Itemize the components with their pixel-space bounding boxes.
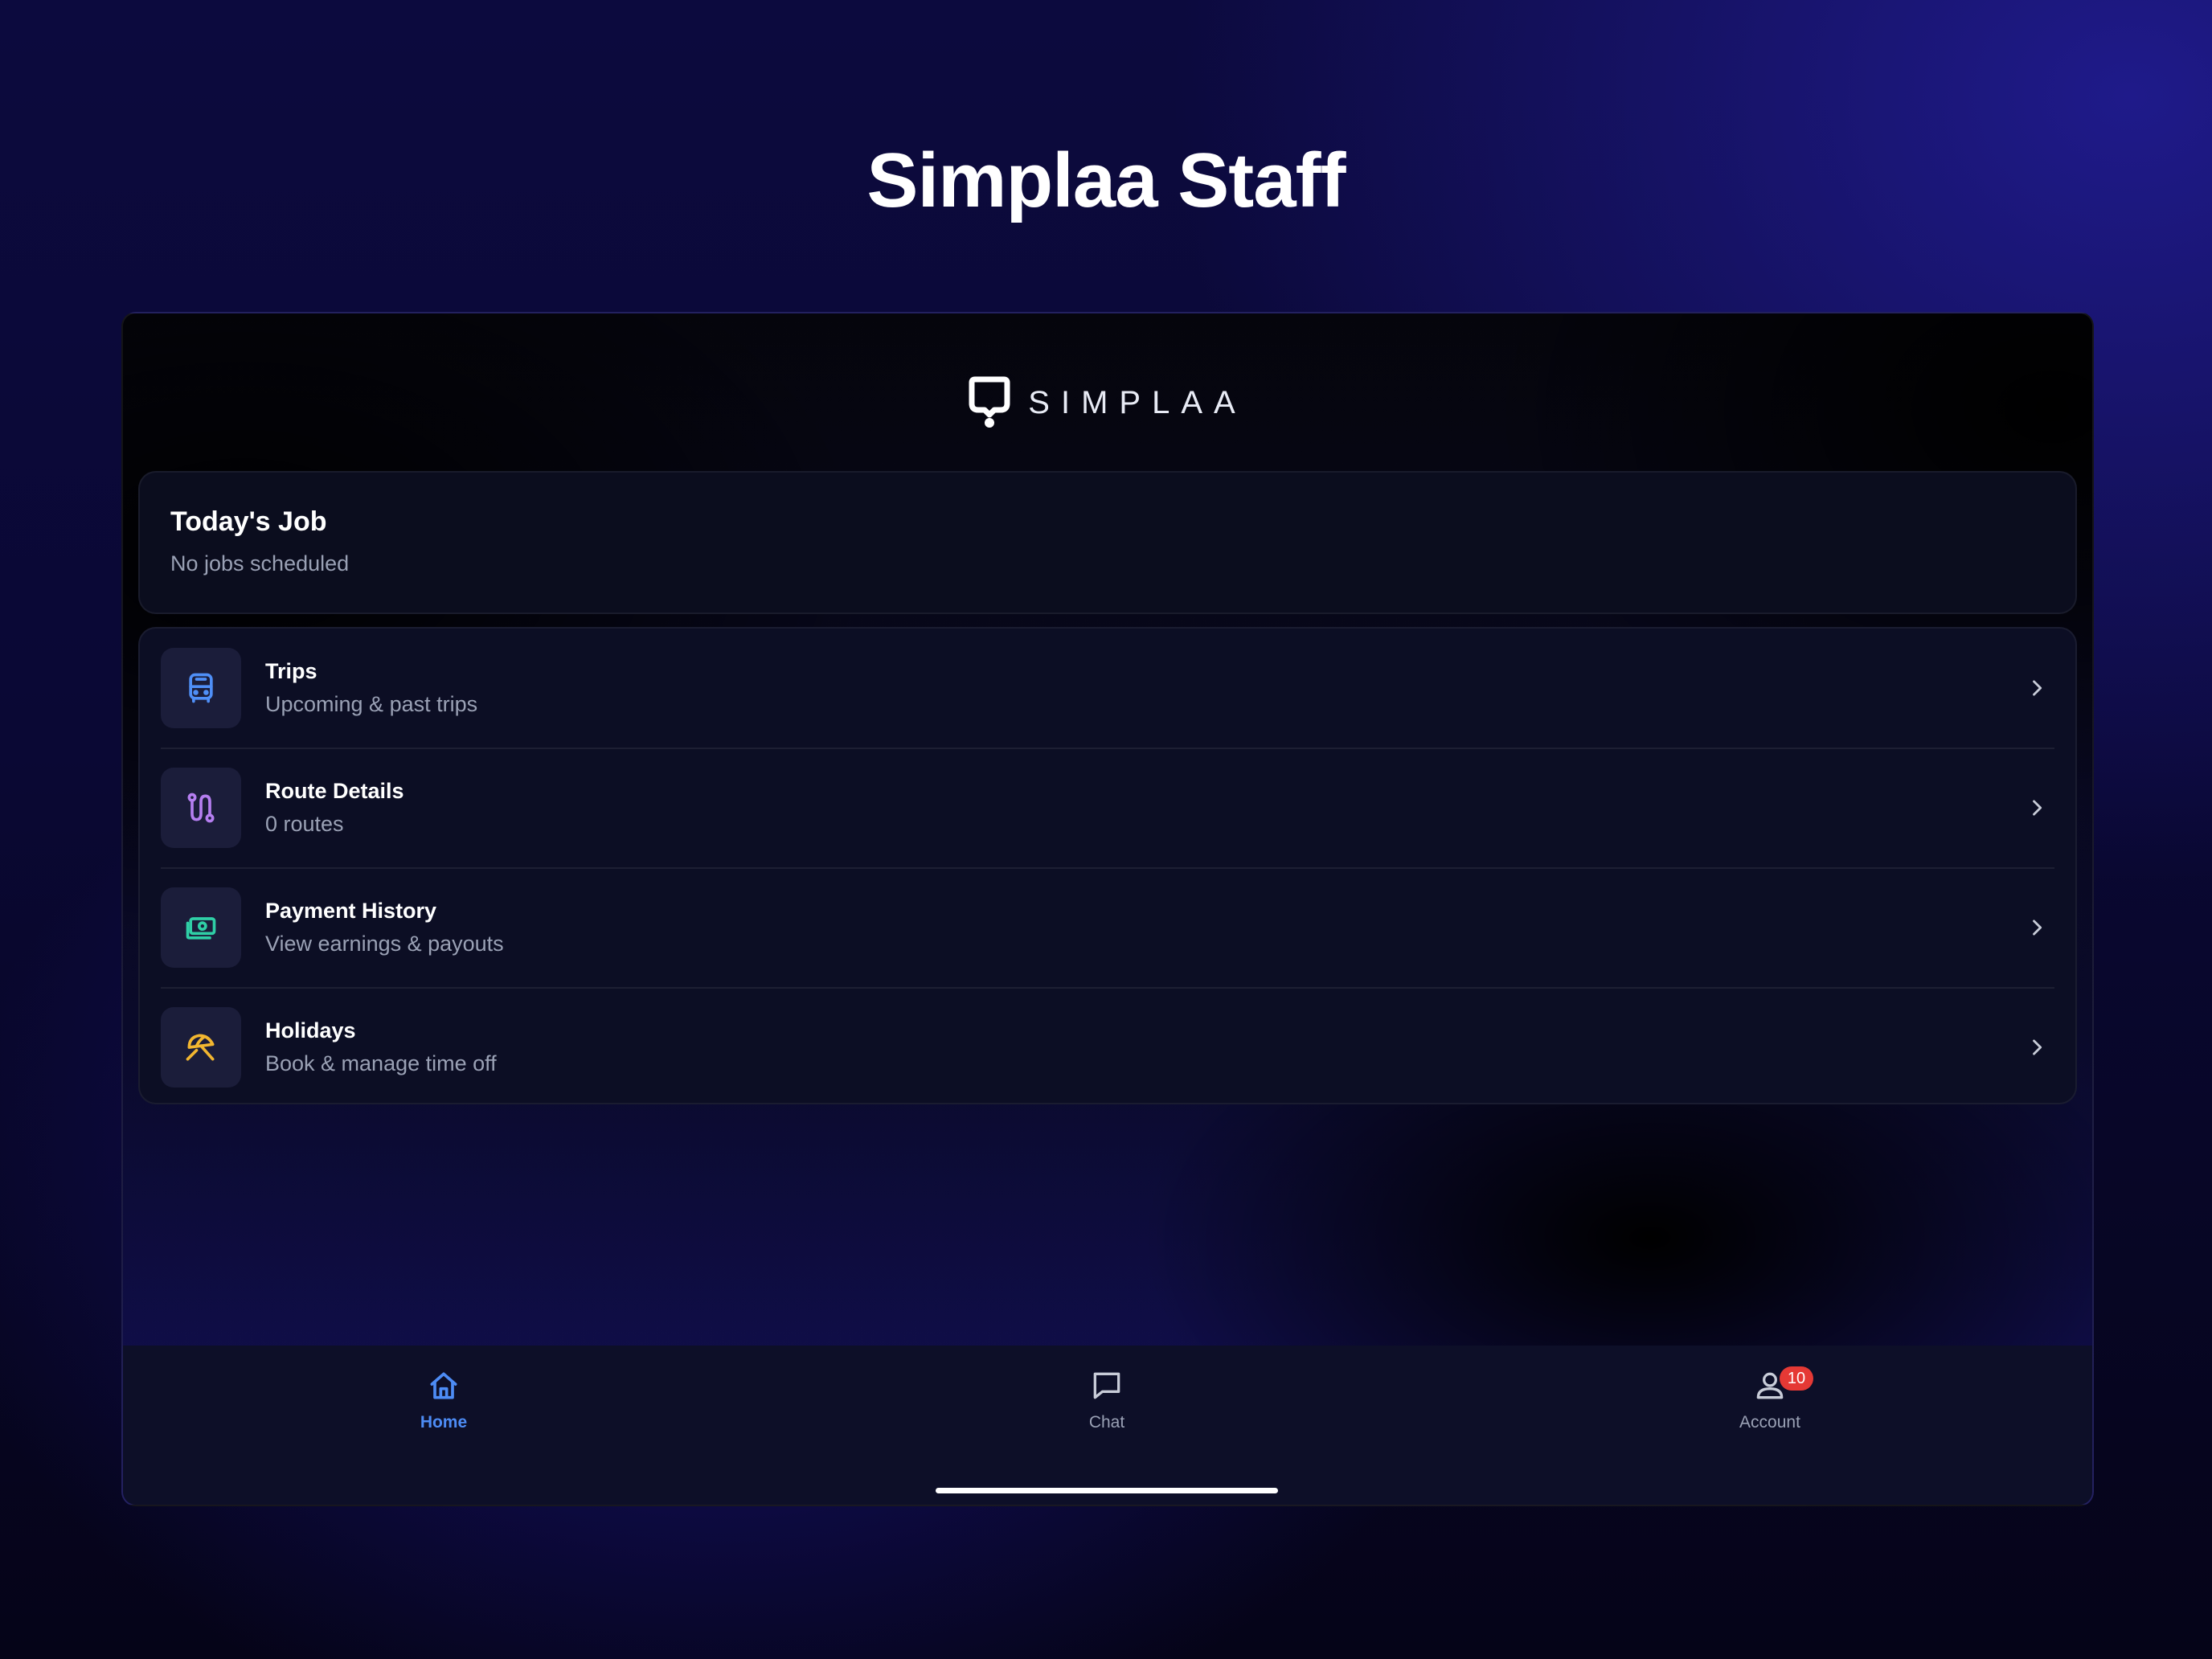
- tab-account-label: Account: [1739, 1413, 1800, 1432]
- menu-item-subtitle: 0 routes: [265, 812, 344, 836]
- menu-item-route-details[interactable]: Route Details 0 routes: [161, 748, 2054, 867]
- route-icon-box: [161, 768, 241, 848]
- menu-item-trips[interactable]: Trips Upcoming & past trips: [161, 629, 2054, 748]
- beach-umbrella-icon: [186, 1034, 215, 1061]
- menu-item-subtitle: Upcoming & past trips: [265, 692, 478, 716]
- app-screen: SIMPLAA Today's Job No jobs scheduled Tr…: [121, 312, 2094, 1506]
- tab-home-label: Home: [420, 1413, 468, 1432]
- menu-item-title: Route Details: [265, 779, 404, 803]
- menu-item-subtitle: Book & manage time off: [265, 1051, 497, 1075]
- menu-item-title: Trips: [265, 659, 317, 683]
- todays-job-status: No jobs scheduled: [170, 551, 350, 576]
- home-icon: [430, 1372, 457, 1399]
- money-icon: [186, 917, 216, 940]
- tab-account[interactable]: 10 Account: [1690, 1366, 1850, 1432]
- route-icon: [187, 793, 215, 823]
- tab-home[interactable]: Home: [363, 1368, 524, 1432]
- tab-chat[interactable]: Chat: [1026, 1368, 1187, 1432]
- todays-job-title: Today's Job: [170, 506, 327, 537]
- notification-badge: 10: [1780, 1366, 1813, 1391]
- tab-chat-label: Chat: [1088, 1413, 1125, 1432]
- bus-icon: [189, 673, 213, 703]
- app-logo: SIMPLAA: [123, 376, 2092, 429]
- home-indicator-bar[interactable]: [936, 1488, 1278, 1493]
- holidays-icon-box: [161, 1007, 241, 1088]
- menu-item-title: Holidays: [265, 1018, 356, 1043]
- chat-icon: [1093, 1372, 1120, 1399]
- menu-item-payment-history[interactable]: Payment History View earnings & payouts: [161, 868, 2054, 987]
- menu-list: Trips Upcoming & past trips Route Detail…: [138, 627, 2077, 1104]
- menu-item-holidays[interactable]: Holidays Book & manage time off: [161, 988, 2054, 1107]
- chevron-right-icon: [2033, 800, 2042, 816]
- logo-wordmark: SIMPLAA: [1028, 384, 1247, 420]
- simplaa-logo-icon: [969, 376, 1010, 428]
- todays-job-card[interactable]: Today's Job No jobs scheduled: [138, 471, 2077, 614]
- chevron-right-icon: [2033, 680, 2042, 696]
- payment-icon-box: [161, 887, 241, 968]
- menu-item-title: Payment History: [265, 899, 437, 923]
- chevron-right-icon: [2033, 920, 2042, 936]
- bottom-tab-bar: Home Chat 10 Account: [123, 1346, 2092, 1505]
- hero-title: Simplaa Staff: [866, 137, 1346, 223]
- menu-item-subtitle: View earnings & payouts: [265, 932, 504, 956]
- trips-icon-box: [161, 648, 241, 728]
- chevron-right-icon: [2033, 1039, 2042, 1055]
